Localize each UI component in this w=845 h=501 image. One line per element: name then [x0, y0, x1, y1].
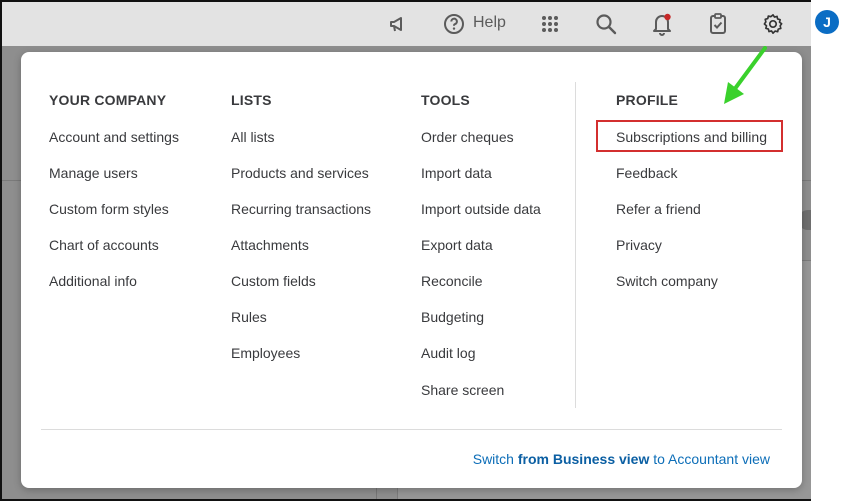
column-heading: TOOLS: [421, 92, 470, 108]
menu-item-account-settings[interactable]: Account and settings: [49, 129, 179, 145]
notifications-bell-icon[interactable]: [650, 11, 674, 37]
menu-item-all-lists[interactable]: All lists: [231, 129, 275, 145]
megaphone-icon[interactable]: [386, 11, 410, 37]
settings-gear-icon[interactable]: [760, 11, 786, 37]
search-icon[interactable]: [594, 11, 618, 37]
menu-column-your-company: YOUR COMPANY Account and settings Manage…: [49, 92, 179, 289]
page-margin: [811, 0, 845, 501]
menu-item-import-data[interactable]: Import data: [421, 165, 492, 181]
annotation-arrow-icon: [724, 46, 767, 104]
menu-item-budgeting[interactable]: Budgeting: [421, 309, 484, 325]
switch-view-link[interactable]: Switch from Business view to Accountant …: [473, 451, 770, 467]
user-avatar[interactable]: J: [815, 10, 839, 34]
menu-item-reconcile[interactable]: Reconcile: [421, 273, 482, 289]
clipboard-check-icon[interactable]: [706, 11, 730, 37]
column-heading: YOUR COMPANY: [49, 92, 167, 108]
apps-grid-icon[interactable]: [538, 11, 562, 37]
help-icon[interactable]: [442, 11, 466, 37]
column-divider: [575, 82, 576, 408]
switch-view-prefix: Switch: [472, 451, 518, 467]
highlight-box: [596, 120, 783, 152]
menu-item-import-outside-data[interactable]: Import outside data: [421, 201, 541, 217]
column-heading: PROFILE: [616, 92, 679, 108]
menu-item-refer-friend[interactable]: Refer a friend: [616, 201, 701, 217]
menu-item-attachments[interactable]: Attachments: [231, 237, 309, 253]
menu-item-custom-form-styles[interactable]: Custom form styles: [49, 201, 169, 217]
menu-item-share-screen[interactable]: Share screen: [421, 382, 504, 398]
menu-item-employees[interactable]: Employees: [231, 345, 300, 361]
app-window: Help YOUR COMPANY Account and settings M…: [0, 0, 813, 501]
switch-view-suffix: to Accountant view: [649, 451, 770, 467]
menu-item-switch-company[interactable]: Switch company: [616, 273, 718, 289]
menu-item-additional-info[interactable]: Additional info: [49, 273, 137, 289]
menu-item-export-data[interactable]: Export data: [421, 237, 493, 253]
menu-item-privacy[interactable]: Privacy: [616, 237, 662, 253]
column-heading: LISTS: [231, 92, 272, 108]
menu-item-custom-fields[interactable]: Custom fields: [231, 273, 316, 289]
menu-item-recurring-transactions[interactable]: Recurring transactions: [231, 201, 371, 217]
menu-item-chart-of-accounts[interactable]: Chart of accounts: [49, 237, 159, 253]
menu-item-audit-log[interactable]: Audit log: [421, 345, 475, 361]
settings-menu: YOUR COMPANY Account and settings Manage…: [21, 52, 802, 488]
menu-divider: [41, 429, 782, 430]
help-label[interactable]: Help: [473, 14, 506, 32]
menu-item-order-cheques[interactable]: Order cheques: [421, 129, 514, 145]
menu-item-rules[interactable]: Rules: [231, 309, 267, 325]
menu-item-manage-users[interactable]: Manage users: [49, 165, 138, 181]
switch-view-bold: from Business view: [517, 451, 650, 467]
menu-column-profile: PROFILE Subscriptions and billing Feedba…: [616, 92, 767, 289]
menu-item-products-services[interactable]: Products and services: [231, 165, 369, 181]
menu-item-feedback[interactable]: Feedback: [616, 165, 677, 181]
menu-column-tools: TOOLS Order cheques Import data Import o…: [421, 92, 541, 398]
menu-column-lists: LISTS All lists Products and services Re…: [231, 92, 371, 361]
